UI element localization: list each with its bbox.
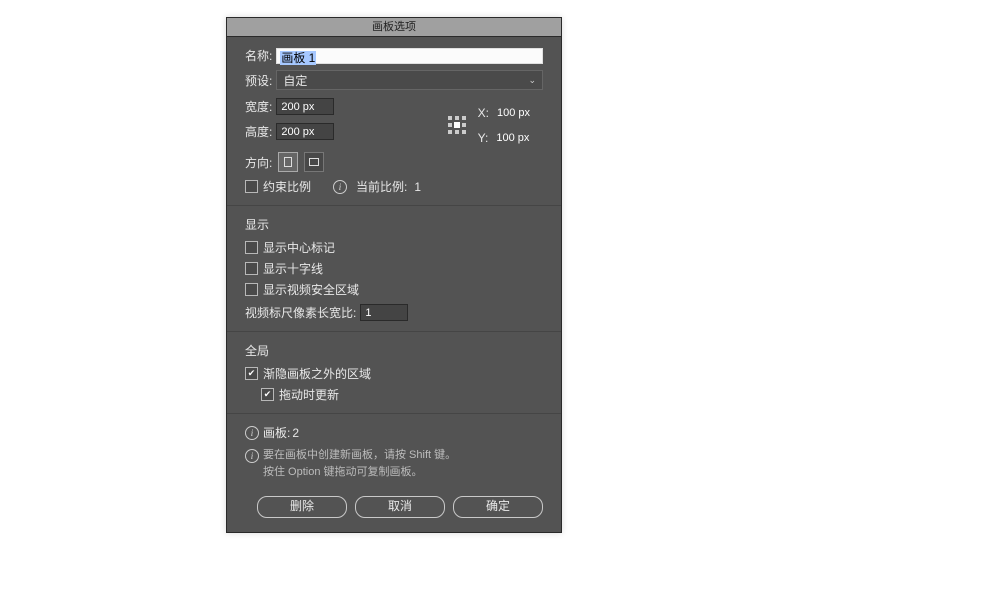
x-input[interactable] [493, 104, 543, 121]
artboard-options-dialog: 画板选项 名称: 画板 1 预设: 自定 ⌄ 宽度: 高度: [226, 17, 562, 533]
chevron-down-icon: ⌄ [528, 75, 536, 86]
orientation-label: 方向: [245, 154, 272, 171]
show-safe-checkbox[interactable] [245, 283, 258, 296]
pixel-aspect-label: 视频标尺像素长宽比: [245, 304, 356, 321]
show-center-label: 显示中心标记 [263, 239, 335, 256]
artboards-count: 2 [292, 426, 299, 440]
info-icon: i [245, 426, 259, 440]
reference-point-picker[interactable] [446, 114, 468, 136]
orientation-portrait-button[interactable] [278, 152, 298, 172]
info-icon: i [333, 180, 347, 194]
preset-label: 预设: [245, 72, 272, 89]
constrain-proportions-checkbox[interactable] [245, 180, 258, 193]
orientation-landscape-button[interactable] [304, 152, 324, 172]
artboards-label: 画板: [263, 424, 290, 441]
landscape-icon [309, 158, 319, 166]
current-ratio-value: 1 [414, 180, 421, 194]
fade-outside-label: 渐隐画板之外的区域 [263, 365, 371, 382]
y-label: Y: [478, 131, 489, 145]
x-label: X: [478, 106, 489, 120]
height-label: 高度: [245, 123, 272, 140]
display-section-title: 显示 [245, 216, 543, 233]
global-section-title: 全局 [245, 342, 543, 359]
delete-button[interactable]: 删除 [257, 496, 347, 518]
dialog-title: 画板选项 [227, 18, 561, 37]
show-cross-checkbox[interactable] [245, 262, 258, 275]
constrain-label: 约束比例 [263, 178, 311, 195]
portrait-icon [284, 157, 292, 167]
info-icon: i [245, 449, 259, 463]
update-on-drag-label: 拖动时更新 [279, 386, 339, 403]
hint-text: 要在画板中创建新画板，请按 Shift 键。 按住 Option 键拖动可复制画… [263, 447, 456, 480]
preset-select[interactable]: 自定 ⌄ [276, 70, 543, 90]
pixel-aspect-input[interactable] [360, 304, 408, 321]
name-input[interactable]: 画板 1 [276, 48, 543, 64]
height-input[interactable] [276, 123, 334, 140]
ok-button[interactable]: 确定 [453, 496, 543, 518]
cancel-button[interactable]: 取消 [355, 496, 445, 518]
show-safe-label: 显示视频安全区域 [263, 281, 359, 298]
y-input[interactable] [492, 129, 542, 146]
current-ratio-label: 当前比例: [356, 178, 407, 195]
update-on-drag-checkbox[interactable] [261, 388, 274, 401]
fade-outside-checkbox[interactable] [245, 367, 258, 380]
show-cross-label: 显示十字线 [263, 260, 323, 277]
name-label: 名称: [245, 47, 272, 64]
show-center-checkbox[interactable] [245, 241, 258, 254]
width-label: 宽度: [245, 98, 272, 115]
width-input[interactable] [276, 98, 334, 115]
